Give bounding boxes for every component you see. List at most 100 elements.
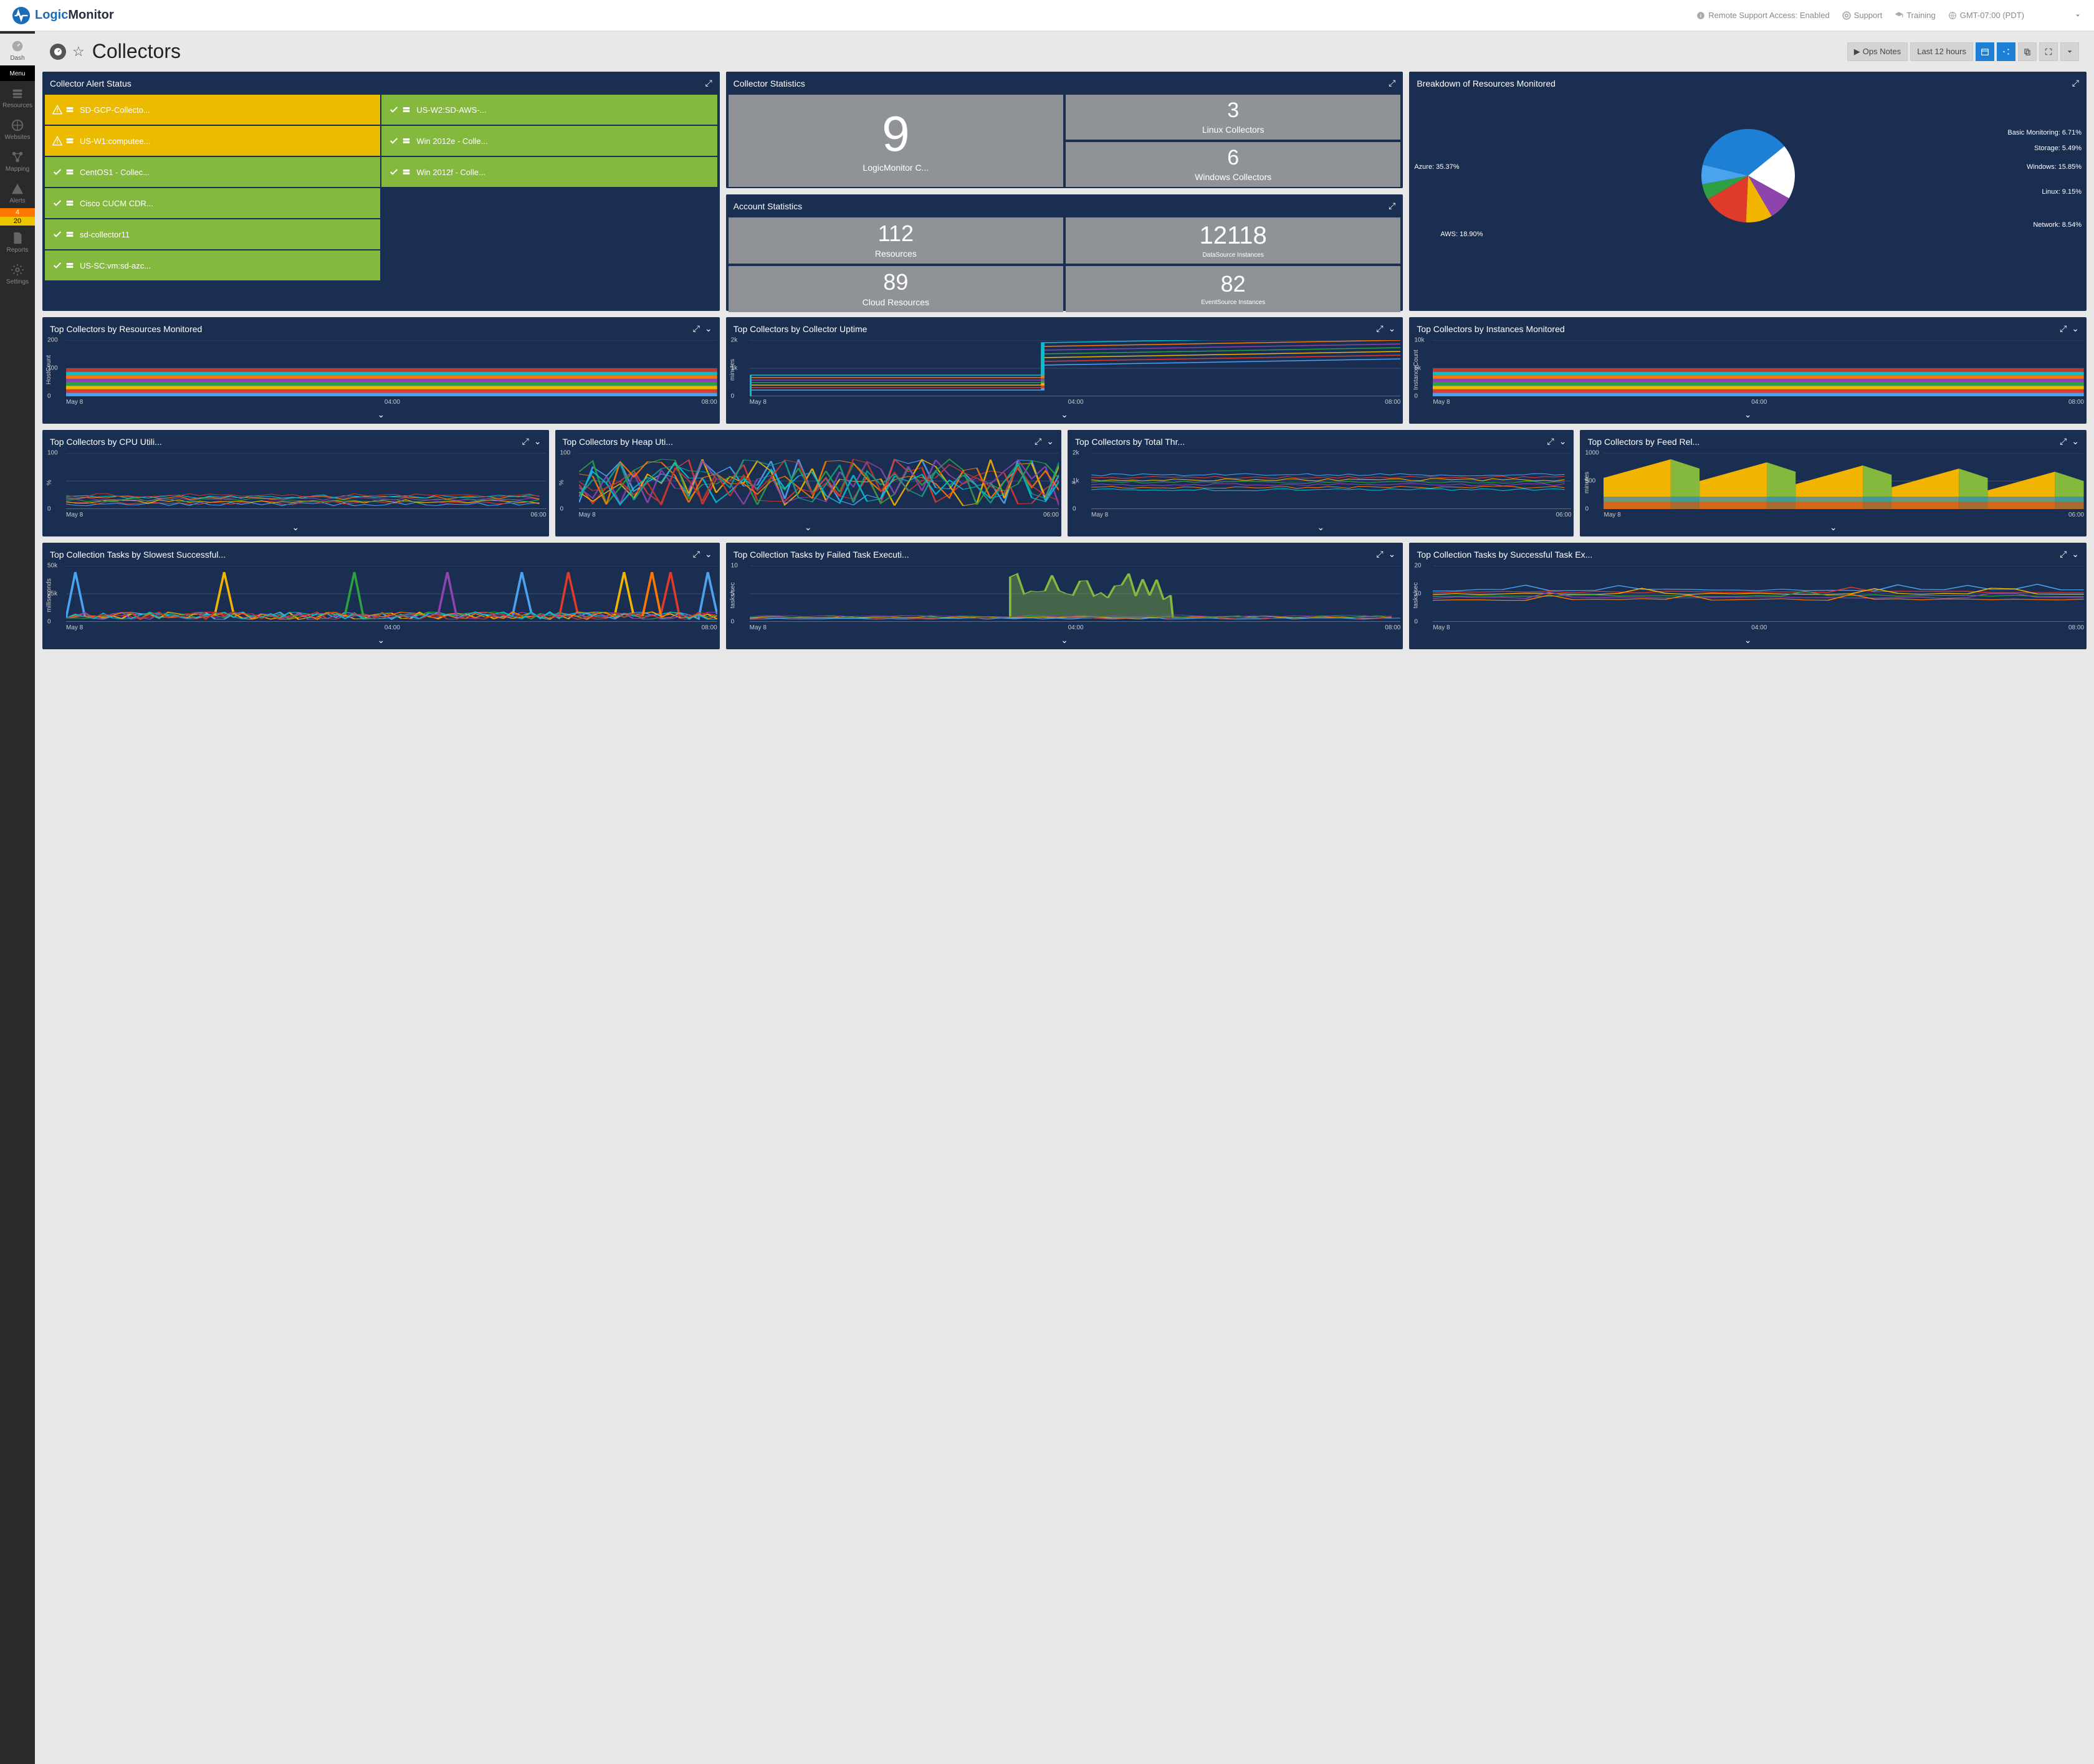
dropdown-icon[interactable]: ⌄: [705, 549, 712, 560]
expand-icon[interactable]: ⤢: [1035, 436, 1041, 447]
expand-icon[interactable]: ⤢: [693, 323, 700, 334]
nav-dash[interactable]: Dash: [0, 34, 35, 65]
chart-widget: Top Collection Tasks by Successful Task …: [1409, 543, 2087, 649]
widget-collector-statistics: Collector Statistics ⤢ 9 LogicMonitor C.…: [726, 72, 1403, 188]
expand-icon[interactable]: ⤢: [1389, 201, 1395, 211]
x-axis: May 806:00: [66, 512, 547, 518]
alert-count-orange[interactable]: 4: [0, 208, 35, 217]
pie-chart: [1701, 129, 1795, 222]
expand-caret[interactable]: ⌄: [726, 634, 1403, 649]
server-icon: [65, 136, 75, 146]
dropdown-icon[interactable]: ⌄: [705, 323, 712, 334]
expand-caret[interactable]: ⌄: [1580, 521, 2087, 536]
support-link[interactable]: Support: [1842, 11, 1883, 20]
page-header: ☆ Collectors ▶Ops Notes Last 12 hours: [35, 31, 2094, 72]
x-axis: May 804:0008:00: [750, 624, 1401, 631]
expand-icon[interactable]: ⤢: [1376, 323, 1383, 334]
pie-label-storage: Storage: 5.49%: [2034, 145, 2082, 152]
stat-resources: 112 Resources: [729, 217, 1063, 264]
nav-websites[interactable]: Websites: [0, 113, 35, 145]
calendar-button[interactable]: [1976, 42, 1994, 61]
ops-notes-button[interactable]: ▶Ops Notes: [1847, 42, 1908, 61]
main-content: ☆ Collectors ▶Ops Notes Last 12 hours Co…: [35, 31, 2094, 1764]
collector-tile[interactable]: CentOS1 - Collec...: [45, 157, 380, 187]
collector-tile[interactable]: Win 2012f - Colle...: [381, 157, 717, 187]
nav-mapping[interactable]: Mapping: [0, 145, 35, 176]
x-axis: May 804:0008:00: [1433, 624, 2084, 631]
fullscreen-button[interactable]: [2039, 42, 2058, 61]
lifebuoy-icon: [1842, 11, 1851, 20]
timerange-selector[interactable]: Last 12 hours: [1910, 42, 1973, 61]
collector-tile[interactable]: Win 2012e - Colle...: [381, 126, 717, 156]
brand-logo[interactable]: LogicMonitor: [12, 7, 114, 24]
expand-icon[interactable]: ⤢: [1547, 436, 1554, 447]
expand-icon[interactable]: ⤢: [2060, 549, 2067, 560]
dropdown-icon[interactable]: ⌄: [1389, 549, 1396, 560]
chart-widget: Top Collectors by Total Thr... ⤢⌄ # 2k 1…: [1068, 430, 1574, 536]
topology-icon: [10, 150, 25, 164]
brand-text-1: Logic: [35, 8, 68, 22]
expand-icon[interactable]: ⤢: [2060, 323, 2067, 334]
collector-tile[interactable]: Cisco CUCM CDR...: [45, 188, 380, 218]
line-chart: [66, 566, 717, 622]
chart-widget: Top Collectors by Instances Monitored ⤢ ⌄…: [1409, 317, 2087, 424]
widget-title: Top Collectors by Feed Rel...: [1587, 437, 1700, 447]
header-menu-caret[interactable]: [2074, 12, 2082, 19]
widget-title: Top Collectors by Heap Uti...: [563, 437, 673, 447]
collector-tile[interactable]: sd-collector11: [45, 219, 380, 249]
widget-breakdown-resources: Breakdown of Resources Monitored ⤢ Azure…: [1409, 72, 2087, 311]
expand-caret[interactable]: ⌄: [1409, 634, 2087, 649]
expand-caret[interactable]: ⌄: [42, 408, 720, 424]
dropdown-icon[interactable]: ⌄: [2072, 436, 2079, 447]
stat-linux-collectors: 3 Linux Collectors: [1066, 95, 1400, 140]
line-chart: [66, 340, 717, 396]
widget-title: Account Statistics: [734, 201, 803, 211]
expand-icon[interactable]: ⤢: [1389, 78, 1395, 88]
dropdown-icon[interactable]: ⌄: [2072, 549, 2079, 560]
remote-support-status[interactable]: i Remote Support Access: Enabled: [1696, 11, 1829, 20]
training-link[interactable]: Training: [1895, 11, 1935, 20]
expand-caret[interactable]: ⌄: [726, 408, 1403, 424]
expand-icon[interactable]: ⤢: [2060, 436, 2067, 447]
expand-icon[interactable]: ⤢: [522, 436, 529, 447]
expand-icon[interactable]: ⤢: [1376, 549, 1383, 560]
nav-resources[interactable]: Resources: [0, 81, 35, 113]
expand-caret[interactable]: ⌄: [555, 521, 1062, 536]
nav-menu[interactable]: Menu: [0, 65, 35, 81]
collector-tile[interactable]: SD-GCP-Collecto...: [45, 95, 380, 125]
expand-caret[interactable]: ⌄: [42, 634, 720, 649]
x-axis: May 806:00: [1091, 512, 1571, 518]
stack-icon: [10, 86, 25, 101]
server-icon: [401, 136, 411, 146]
pie-label-windows: Windows: 15.85%: [2027, 163, 2082, 171]
expand-caret[interactable]: ⌄: [1068, 521, 1574, 536]
chart-widget: Top Collection Tasks by Slowest Successf…: [42, 543, 720, 649]
dropdown-icon[interactable]: ⌄: [1559, 436, 1567, 447]
expand-icon[interactable]: ⤢: [2072, 78, 2079, 88]
collector-tile[interactable]: US-SC:vm:sd-azc...: [45, 250, 380, 280]
expand-icon[interactable]: ⤢: [693, 549, 700, 560]
nav-settings[interactable]: Settings: [0, 257, 35, 289]
alert-count-yellow[interactable]: 20: [0, 217, 35, 226]
widget-title: Top Collectors by Total Thr...: [1075, 437, 1185, 447]
dropdown-icon[interactable]: ⌄: [534, 436, 542, 447]
dropdown-icon[interactable]: ⌄: [1046, 436, 1054, 447]
check-icon: [389, 105, 399, 115]
favorite-star-icon[interactable]: ☆: [72, 44, 85, 60]
expand-caret[interactable]: ⌄: [42, 521, 549, 536]
nav-alerts[interactable]: Alerts: [0, 176, 35, 208]
expand-icon[interactable]: ⤢: [705, 78, 712, 88]
more-menu-button[interactable]: [2060, 42, 2079, 61]
collector-tile[interactable]: US-W1:computee...: [45, 126, 380, 156]
widget-title: Top Collectors by Instances Monitored: [1417, 324, 1564, 334]
info-icon: i: [1696, 11, 1705, 20]
timezone-selector[interactable]: GMT-07:00 (PDT): [1948, 11, 2024, 20]
expand-caret[interactable]: ⌄: [1409, 408, 2087, 424]
copy-button[interactable]: [2018, 42, 2037, 61]
nav-reports[interactable]: Reports: [0, 226, 35, 257]
dropdown-icon[interactable]: ⌄: [2072, 323, 2079, 334]
stat-eventsource-instances: 82 EventSource Instances: [1066, 266, 1400, 312]
share-button[interactable]: [1997, 42, 2015, 61]
collector-tile[interactable]: US-W2:SD-AWS-...: [381, 95, 717, 125]
dropdown-icon[interactable]: ⌄: [1389, 323, 1396, 334]
